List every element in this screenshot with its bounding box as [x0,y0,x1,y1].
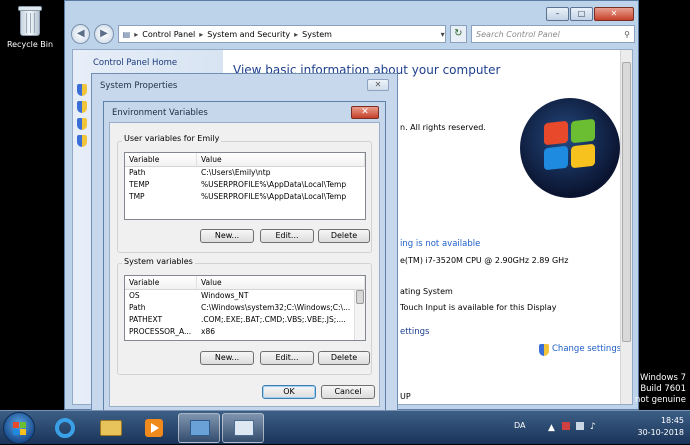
file-explorer-icon[interactable] [90,413,130,443]
row-variable: Path [129,303,146,312]
ok-button[interactable]: OK [262,385,316,399]
table-row[interactable]: TMP %USERPROFILE%\AppData\Local\Temp [125,191,365,203]
system-properties-title: System Properties [100,81,178,91]
breadcrumb-system[interactable]: System [302,30,332,39]
clock-date: 30-10-2018 [637,428,685,437]
internet-explorer-icon[interactable] [45,413,85,443]
environment-variables-dialog: Environment Variables ✕ User variables f… [103,101,386,411]
row-variable: PROCESSOR_A... [129,327,192,336]
row-value: C:\Users\Emily\ntp [201,168,271,177]
table-row[interactable]: Path C:\Users\Emily\ntp [125,167,365,179]
pen-touch-text: Touch Input is available for this Displa… [400,303,557,312]
media-player-icon[interactable] [133,413,173,443]
row-value: Windows_NT [201,291,249,300]
recycle-bin-label: Recycle Bin [6,40,54,49]
recycle-bin[interactable]: Recycle Bin [4,4,56,49]
scrollbar[interactable] [620,50,632,404]
shield-icon [77,101,87,113]
column-value[interactable]: Value [197,153,365,166]
close-button[interactable]: ✕ [594,7,634,21]
breadcrumb-system-security[interactable]: System and Security [207,30,290,39]
watermark-line2: Build 7601 [640,384,686,394]
row-value: x86 [201,327,215,336]
recycle-bin-icon [15,4,45,38]
user-edit-button[interactable]: Edit... [260,229,314,243]
system-variables-list[interactable]: Variable Value OS Windows_NT Path C:\Win… [124,275,366,341]
column-variable[interactable]: Variable [125,153,197,166]
table-row[interactable]: PROCESSOR_A... x86 [125,326,365,338]
shield-icon [77,84,87,96]
watermark-line1: Windows 7 [639,373,686,383]
activation-watermark: Windows 7 Build 7601 not genuine [635,373,686,406]
list-scrollbar[interactable] [354,290,365,340]
table-row[interactable]: TEMP %USERPROFILE%\AppData\Local\Temp [125,179,365,191]
system-edit-button[interactable]: Edit... [260,351,314,365]
user-variables-label: User variables for Emily [122,134,222,143]
address-bar[interactable]: ▤ ▸ Control Panel ▸ System and Security … [117,25,446,43]
row-value: .COM;.EXE;.BAT;.CMD;.VBS;.VBE;.JS;.... [201,315,346,324]
refresh-button[interactable]: ↻ [449,25,468,43]
control-panel-taskbar-icon[interactable] [222,413,264,443]
taskbar: DA ▲ ♪ 18:45 30-10-2018 [0,410,690,444]
clock[interactable]: 18:45 30-10-2018 [638,415,685,439]
system-properties-taskbar-icon[interactable] [178,413,220,443]
user-new-button[interactable]: New... [200,229,254,243]
watermark-line3: not genuine [635,395,686,405]
cancel-button[interactable]: Cancel [321,385,375,399]
show-hidden-icons[interactable]: ▲ [548,423,555,433]
row-variable: Path [129,168,146,177]
row-value: %USERPROFILE%\AppData\Local\Temp [201,180,347,189]
language-text: DA [514,421,526,430]
search-icon: ⚲ [624,29,631,39]
row-value: C:\Windows\system32;C:\Windows;C:\... [201,303,351,312]
computer-icon: ▤ [122,29,131,39]
user-delete-button[interactable]: Delete [318,229,370,243]
row-variable: TMP [129,192,145,201]
volume-icon[interactable]: ♪ [590,422,596,432]
row-variable: TEMP [129,180,150,189]
table-row[interactable]: Path C:\Windows\system32;C:\Windows;C:\.… [125,302,365,314]
minimize-button[interactable]: – [546,7,569,21]
copyright-text: n. All rights reserved. [400,123,486,132]
column-variable[interactable]: Variable [125,276,197,289]
change-settings-link[interactable]: Change settings [552,344,621,354]
system-variables-label: System variables [122,257,195,266]
back-button[interactable]: ◀ [71,24,91,44]
start-button[interactable] [3,412,35,444]
env-title: Environment Variables [112,108,208,118]
shield-icon [77,135,87,147]
system-type-text: ating System [400,287,453,296]
system-delete-button[interactable]: Delete [318,351,370,365]
row-variable: OS [129,291,140,300]
table-row[interactable]: PATHEXT .COM;.EXE;.BAT;.CMD;.VBS;.VBE;.J… [125,314,365,326]
settings-heading: ettings [400,327,430,337]
maximize-button[interactable]: □ [570,7,593,21]
network-icon[interactable] [576,422,584,430]
up-text: UP [400,392,411,401]
rating-link[interactable]: ing is not available [400,239,480,249]
row-value: %USERPROFILE%\AppData\Local\Temp [201,192,347,201]
processor-text: e(TM) i7-3520M CPU @ 2.90GHz 2.89 GHz [400,256,569,265]
table-row[interactable]: OS Windows_NT [125,290,365,302]
search-input[interactable]: Search Control Panel ⚲ [471,25,636,43]
row-variable: PATHEXT [129,315,163,324]
control-panel-home-link[interactable]: Control Panel Home [93,58,177,68]
column-value[interactable]: Value [197,276,365,289]
shield-icon [77,118,87,130]
action-center-icon[interactable] [562,422,570,430]
close-icon[interactable]: ✕ [367,79,389,91]
close-button[interactable]: ✕ [351,106,379,119]
address-dropdown-icon[interactable]: ▾ [441,30,445,39]
user-variables-list[interactable]: Variable Value Path C:\Users\Emily\ntp T… [124,152,366,220]
shield-icon [539,344,549,356]
system-new-button[interactable]: New... [200,351,254,365]
desktop: Recycle Bin – □ ✕ ◀ ▶ ▤ ▸ Control Panel … [0,0,690,444]
forward-button[interactable]: ▶ [94,24,114,44]
clock-time: 18:45 [660,416,684,425]
breadcrumb-control-panel[interactable]: Control Panel [142,30,195,39]
windows-logo [520,98,620,198]
search-placeholder: Search Control Panel [476,29,560,39]
